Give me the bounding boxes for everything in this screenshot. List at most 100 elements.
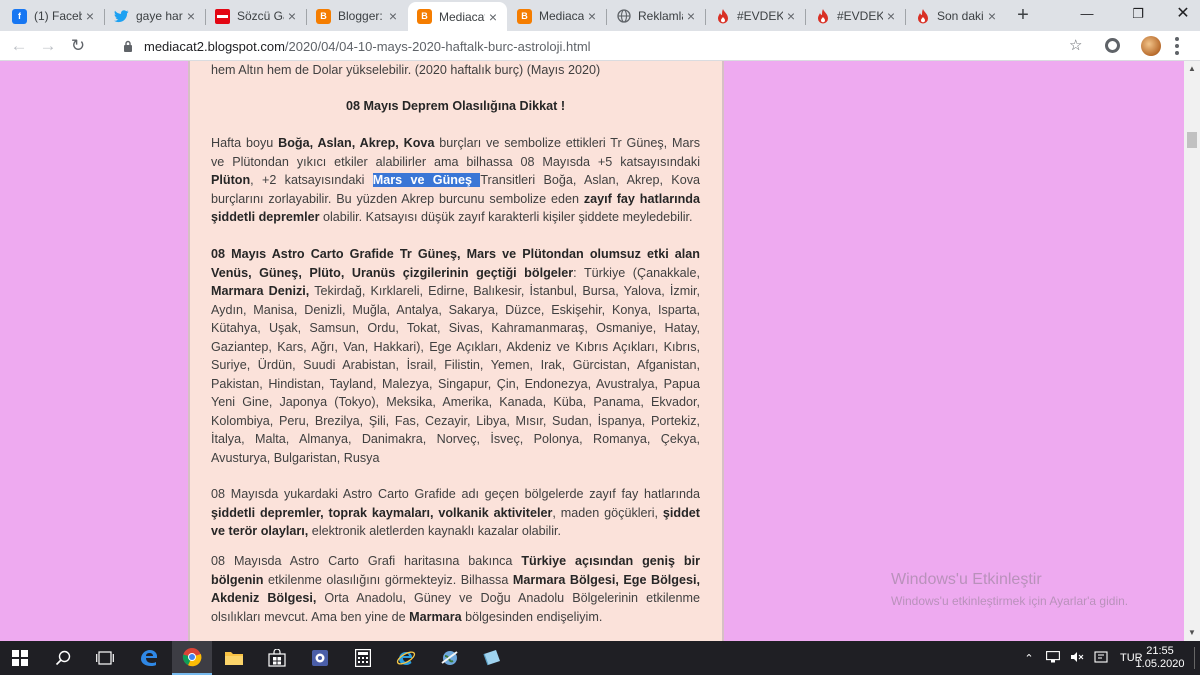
tab-5[interactable]: B Mediacat × <box>408 2 507 31</box>
bold-text: şiddetli depremler, toprak kaymaları, vo… <box>211 505 553 520</box>
forward-button[interactable]: → <box>37 35 59 57</box>
show-desktop-button[interactable] <box>1194 647 1195 669</box>
windows-activation-watermark: Windows'u Etkinleştir Windows'u etkinleş… <box>891 571 1128 608</box>
close-tab-icon[interactable]: × <box>385 8 401 24</box>
new-tab-button[interactable]: + <box>1013 5 1033 26</box>
text-run: olabilir. Katsayısı düşük zayıf karakter… <box>319 210 693 224</box>
bold-text: Marmara <box>409 609 462 624</box>
sozcu-icon <box>215 8 230 24</box>
taskbar-edge[interactable] <box>129 641 169 675</box>
article-heading: 08 Mayıs Deprem Olasılığına Dikkat ! <box>345 99 566 113</box>
tab-8[interactable]: #EVDEKA× <box>706 3 805 29</box>
close-tab-icon[interactable]: × <box>584 8 600 24</box>
close-tab-icon[interactable]: × <box>183 8 199 24</box>
tab-9[interactable]: #EVDEKA× <box>806 3 905 29</box>
network-icon[interactable] <box>1046 650 1060 666</box>
search-button[interactable] <box>43 641 83 675</box>
volume-muted-icon[interactable] <box>1070 651 1084 666</box>
close-window-button[interactable]: ✕ <box>1172 4 1194 24</box>
tab-label: (1) Facebo <box>34 9 82 23</box>
taskbar-app-notes[interactable] <box>472 641 512 675</box>
clock-time: 21:55 <box>1146 645 1174 657</box>
text-run: elektronik aletlerden kaynaklı kazalar o… <box>308 524 562 538</box>
close-tab-icon[interactable]: × <box>82 8 98 24</box>
page-scrollbar[interactable]: ▲ ▼ <box>1184 61 1200 641</box>
watermark-title: Windows'u Etkinleştir <box>891 571 1042 588</box>
text-run: , +2 katsayısındaki <box>250 173 373 187</box>
taskbar-store[interactable] <box>257 641 297 675</box>
blogger-icon: B <box>417 9 432 24</box>
facebook-icon: f <box>12 8 27 24</box>
calculator-icon <box>355 649 371 667</box>
taskbar-internet-explorer[interactable] <box>386 641 426 675</box>
close-tab-icon[interactable]: × <box>984 8 1000 24</box>
extension-icon[interactable] <box>1105 38 1120 53</box>
taskbar-app-media[interactable] <box>300 641 340 675</box>
blogger-icon: B <box>517 8 532 24</box>
show-hidden-icons-chevron-icon[interactable]: ⌃ <box>1022 652 1036 665</box>
close-tab-icon[interactable]: × <box>284 8 300 24</box>
article-paragraph-4: 08 Mayısda Astro Carto Grafi haritasına … <box>211 552 700 626</box>
tab-label: #EVDEKA <box>837 9 883 23</box>
task-view-icon <box>96 651 114 665</box>
bookmark-star-icon[interactable]: ☆ <box>1069 36 1082 54</box>
tab-4[interactable]: B Blogger: M× <box>307 3 407 29</box>
minimize-button[interactable]: — <box>1076 4 1098 24</box>
close-tab-icon[interactable]: × <box>485 9 501 25</box>
tab-7[interactable]: Reklamla× <box>607 3 705 29</box>
url-host: mediacat2.blogspot.com <box>144 38 285 54</box>
edge-icon <box>141 650 157 666</box>
tab-label: Son dakik <box>937 9 984 23</box>
bold-text: Marmara Denizi, <box>211 284 310 298</box>
article-paragraph-1: Hafta boyu Boğa, Aslan, Akrep, Kova burç… <box>211 134 700 227</box>
start-button[interactable] <box>0 641 40 675</box>
address-bar[interactable]: mediacat2.blogspot.com/2020/04/04-10-may… <box>120 34 1095 58</box>
tab-2[interactable]: gaye hara× <box>105 3 205 29</box>
scroll-up-arrow-icon[interactable]: ▲ <box>1184 61 1200 77</box>
back-button[interactable]: ← <box>8 35 30 57</box>
windows-logo-icon <box>12 650 28 666</box>
watermark-subtitle: Windows'u etkinleştirmek için Ayarlar'a … <box>891 594 1129 608</box>
browser-menu-icon[interactable] <box>1175 37 1179 55</box>
reload-button[interactable]: ↻ <box>67 35 89 57</box>
task-view-button[interactable] <box>85 641 125 675</box>
profile-avatar[interactable] <box>1141 36 1161 56</box>
lock-icon <box>120 40 136 52</box>
system-tray: ⌃ TUR <box>1022 641 1143 675</box>
scroll-down-arrow-icon[interactable]: ▼ <box>1184 625 1200 641</box>
folder-icon <box>225 652 243 665</box>
close-tab-icon[interactable]: × <box>783 8 799 24</box>
taskbar-file-explorer[interactable] <box>214 641 254 675</box>
search-icon <box>55 650 71 666</box>
taskbar-app-globe[interactable] <box>430 641 470 675</box>
maximize-button[interactable]: ❐ <box>1127 4 1149 24</box>
tab-10[interactable]: Son dakik× <box>906 3 1006 29</box>
tab-label: gaye hara <box>136 9 183 23</box>
taskbar-calculator[interactable] <box>343 641 383 675</box>
taskbar-clock[interactable]: 21:55 1.05.2020 <box>1130 645 1190 671</box>
article-paragraph-3: 08 Mayısda yukardaki Astro Carto Grafide… <box>211 485 700 541</box>
tab-strip: + — ❐ ✕ f(1) Facebo×gaye hara×Sözcü Ga×B… <box>0 0 1200 31</box>
store-icon <box>268 649 286 667</box>
text-run: : Türkiye (Çanakkale, <box>573 265 700 280</box>
article-paragraph-2: 08 Mayıs Astro Carto Grafide Tr Güneş, M… <box>211 245 700 467</box>
scroll-thumb[interactable] <box>1187 132 1197 148</box>
close-tab-icon[interactable]: × <box>883 8 899 24</box>
globe-icon <box>616 9 631 24</box>
selected-text: Mars ve Güneş <box>372 173 481 187</box>
tab-1[interactable]: f (1) Facebo× <box>3 3 104 29</box>
tab-label: Mediacat <box>539 9 584 23</box>
tab-3[interactable]: Sözcü Ga× <box>206 3 306 29</box>
ime-icon[interactable] <box>1094 650 1108 666</box>
flame-icon <box>915 8 930 24</box>
taskbar-chrome[interactable] <box>172 641 212 675</box>
text-run: etkilenme olasılığını görmekteyiz. Bilha… <box>263 572 513 587</box>
tab-label: Sözcü Ga <box>237 9 284 23</box>
internet-explorer-icon <box>396 651 416 665</box>
windows-taskbar: ⌃ TUR 21:55 1.05.2020 <box>0 641 1200 675</box>
text-run: , maden göçükleri, <box>552 505 663 520</box>
tab-6[interactable]: B Mediacat × <box>508 3 606 29</box>
globe-app-icon <box>441 651 458 665</box>
tab-label: #EVDEKA <box>737 9 783 23</box>
close-tab-icon[interactable]: × <box>683 8 699 24</box>
